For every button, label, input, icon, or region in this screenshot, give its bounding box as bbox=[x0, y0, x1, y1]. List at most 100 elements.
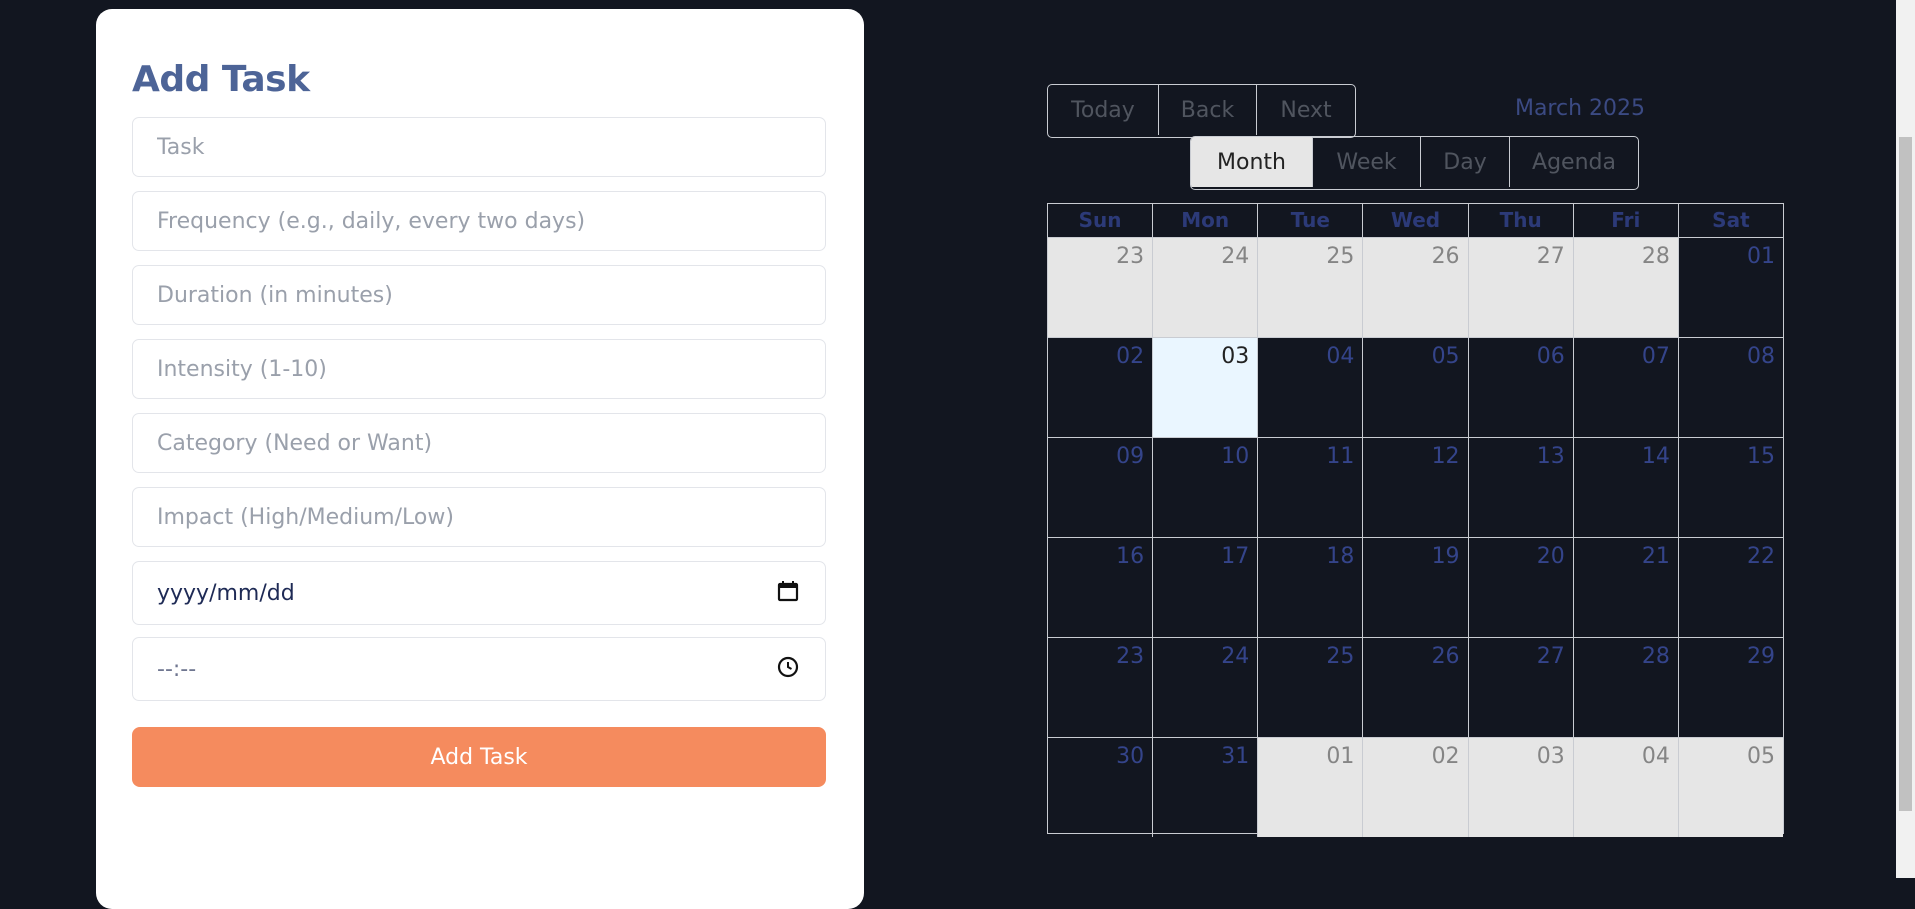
day-number[interactable]: 10 bbox=[1221, 444, 1249, 469]
date-input[interactable]: yyyy/mm/dd bbox=[132, 561, 826, 625]
day-number[interactable]: 21 bbox=[1642, 544, 1670, 569]
day-cell[interactable]: 10 bbox=[1153, 438, 1259, 537]
day-number[interactable]: 04 bbox=[1642, 744, 1670, 769]
day-number[interactable]: 25 bbox=[1326, 644, 1354, 669]
day-cell[interactable]: 27 bbox=[1469, 638, 1574, 737]
day-cell[interactable]: 05 bbox=[1363, 338, 1469, 437]
day-number[interactable]: 30 bbox=[1116, 744, 1144, 769]
time-input[interactable]: --:-- bbox=[132, 637, 826, 701]
day-number[interactable]: 29 bbox=[1747, 644, 1775, 669]
day-number[interactable]: 17 bbox=[1221, 544, 1249, 569]
back-button[interactable]: Back bbox=[1159, 85, 1257, 135]
day-cell[interactable]: 08 bbox=[1679, 338, 1783, 437]
day-cell[interactable]: 21 bbox=[1574, 538, 1679, 637]
clock-icon[interactable] bbox=[777, 656, 799, 683]
day-number[interactable]: 01 bbox=[1747, 244, 1775, 269]
day-number[interactable]: 02 bbox=[1432, 744, 1460, 769]
day-cell[interactable]: 28 bbox=[1574, 638, 1679, 737]
day-number[interactable]: 13 bbox=[1537, 444, 1565, 469]
day-number[interactable]: 22 bbox=[1747, 544, 1775, 569]
day-cell[interactable]: 15 bbox=[1679, 438, 1783, 537]
day-number[interactable]: 04 bbox=[1326, 344, 1354, 369]
day-cell[interactable]: 29 bbox=[1679, 638, 1783, 737]
day-number[interactable]: 27 bbox=[1537, 644, 1565, 669]
view-week-button[interactable]: Week bbox=[1313, 137, 1421, 187]
day-cell[interactable]: 28 bbox=[1573, 238, 1679, 337]
day-number[interactable]: 03 bbox=[1221, 344, 1249, 369]
day-cell[interactable]: 16 bbox=[1048, 538, 1154, 637]
scrollbar-thumb[interactable] bbox=[1899, 137, 1912, 811]
day-cell[interactable]: 27 bbox=[1468, 238, 1574, 337]
day-number[interactable]: 23 bbox=[1116, 644, 1144, 669]
day-cell[interactable]: 06 bbox=[1469, 338, 1574, 437]
day-cell[interactable]: 20 bbox=[1469, 538, 1574, 637]
day-number[interactable]: 23 bbox=[1116, 244, 1144, 269]
day-number[interactable]: 12 bbox=[1432, 444, 1460, 469]
day-number[interactable]: 06 bbox=[1537, 344, 1565, 369]
day-number[interactable]: 31 bbox=[1221, 744, 1249, 769]
day-cell[interactable]: 11 bbox=[1258, 438, 1364, 537]
day-cell-today[interactable]: 03 bbox=[1153, 338, 1259, 437]
view-month-button[interactable]: Month bbox=[1191, 137, 1313, 187]
day-number[interactable]: 20 bbox=[1537, 544, 1565, 569]
day-cell[interactable]: 24 bbox=[1153, 238, 1259, 337]
day-cell[interactable]: 24 bbox=[1153, 638, 1259, 737]
day-number[interactable]: 19 bbox=[1432, 544, 1460, 569]
day-cell[interactable]: 14 bbox=[1574, 438, 1679, 537]
day-number[interactable]: 24 bbox=[1221, 244, 1249, 269]
day-cell[interactable]: 19 bbox=[1363, 538, 1469, 637]
day-number[interactable]: 18 bbox=[1326, 544, 1354, 569]
day-number[interactable]: 05 bbox=[1747, 744, 1775, 769]
view-agenda-button[interactable]: Agenda bbox=[1510, 137, 1638, 187]
day-number[interactable]: 15 bbox=[1747, 444, 1775, 469]
day-number[interactable]: 05 bbox=[1432, 344, 1460, 369]
day-cell[interactable]: 26 bbox=[1363, 638, 1469, 737]
task-input[interactable] bbox=[132, 117, 826, 177]
day-cell[interactable]: 05 bbox=[1678, 738, 1783, 837]
day-number[interactable]: 16 bbox=[1116, 544, 1144, 569]
day-number[interactable]: 26 bbox=[1432, 644, 1460, 669]
day-cell[interactable]: 04 bbox=[1258, 338, 1364, 437]
day-cell[interactable]: 01 bbox=[1258, 738, 1364, 837]
day-cell[interactable]: 02 bbox=[1363, 738, 1469, 837]
day-cell[interactable]: 26 bbox=[1363, 238, 1469, 337]
day-number[interactable]: 26 bbox=[1432, 244, 1460, 269]
day-cell[interactable]: 09 bbox=[1048, 438, 1154, 537]
next-button[interactable]: Next bbox=[1257, 85, 1355, 135]
calendar-icon[interactable] bbox=[777, 580, 799, 607]
day-cell[interactable]: 01 bbox=[1679, 238, 1783, 337]
day-cell[interactable]: 17 bbox=[1153, 538, 1259, 637]
day-number[interactable]: 02 bbox=[1116, 344, 1144, 369]
duration-input[interactable] bbox=[132, 265, 826, 325]
day-cell[interactable]: 13 bbox=[1469, 438, 1574, 537]
day-number[interactable]: 03 bbox=[1537, 744, 1565, 769]
day-number[interactable]: 28 bbox=[1642, 244, 1670, 269]
day-cell[interactable]: 31 bbox=[1153, 738, 1259, 837]
day-cell[interactable]: 23 bbox=[1048, 638, 1154, 737]
view-day-button[interactable]: Day bbox=[1421, 137, 1510, 187]
day-number[interactable]: 24 bbox=[1221, 644, 1249, 669]
add-task-button[interactable]: Add Task bbox=[132, 727, 826, 787]
page-scrollbar[interactable] bbox=[1896, 0, 1915, 878]
day-cell[interactable]: 03 bbox=[1468, 738, 1574, 837]
day-cell[interactable]: 22 bbox=[1679, 538, 1783, 637]
day-number[interactable]: 25 bbox=[1326, 244, 1354, 269]
day-number[interactable]: 28 bbox=[1642, 644, 1670, 669]
day-cell[interactable]: 02 bbox=[1048, 338, 1154, 437]
day-cell[interactable]: 30 bbox=[1048, 738, 1154, 837]
impact-input[interactable] bbox=[132, 487, 826, 547]
day-cell[interactable]: 12 bbox=[1363, 438, 1469, 537]
category-input[interactable] bbox=[132, 413, 826, 473]
day-number[interactable]: 27 bbox=[1537, 244, 1565, 269]
day-cell[interactable]: 25 bbox=[1258, 638, 1364, 737]
day-number[interactable]: 09 bbox=[1116, 444, 1144, 469]
day-number[interactable]: 01 bbox=[1326, 744, 1354, 769]
day-number[interactable]: 11 bbox=[1326, 444, 1354, 469]
day-cell[interactable]: 18 bbox=[1258, 538, 1364, 637]
day-number[interactable]: 14 bbox=[1642, 444, 1670, 469]
day-number[interactable]: 08 bbox=[1747, 344, 1775, 369]
frequency-input[interactable] bbox=[132, 191, 826, 251]
today-button[interactable]: Today bbox=[1048, 85, 1159, 135]
day-cell[interactable]: 23 bbox=[1048, 238, 1154, 337]
day-number[interactable]: 07 bbox=[1642, 344, 1670, 369]
